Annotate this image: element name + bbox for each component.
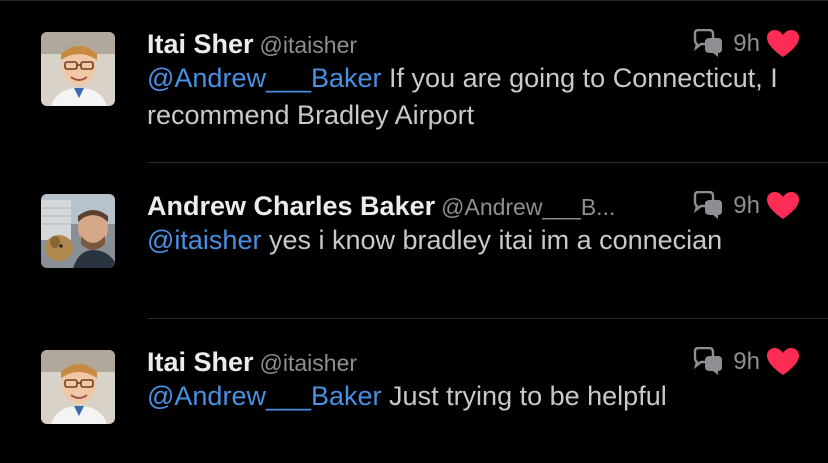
author-name[interactable]: Itai Sher [147,347,254,377]
tweet-body: @itaisher yes i know bradley itai im a c… [147,222,807,259]
avatar[interactable] [41,194,115,268]
tweet-body: @Andrew___Baker Just trying to be helpfu… [147,378,807,415]
author-name[interactable]: Andrew Charles Baker [147,191,435,221]
author-name[interactable]: Itai Sher [147,29,254,59]
heart-icon[interactable] [766,29,800,59]
tweet-divider [147,318,828,319]
heart-icon[interactable] [766,347,800,377]
conversation-bubble-icon[interactable] [691,29,725,59]
conversation-bubble-icon[interactable] [691,347,725,377]
author-handle[interactable]: @itaisher [260,32,358,58]
author-handle[interactable]: @itaisher [260,350,358,376]
mention-link[interactable]: @Andrew___Baker [147,381,382,411]
tweet-text: yes i know bradley itai im a connecian [261,225,723,255]
avatar[interactable] [41,350,115,424]
tweet-body: @Andrew___Baker If you are going to Conn… [147,60,807,134]
conversation-bubble-icon[interactable] [691,191,725,221]
mention-link[interactable]: @itaisher [147,225,261,255]
mention-link[interactable]: @Andrew___Baker [147,63,382,93]
avatar[interactable] [41,32,115,106]
tweet-meta: 9h [691,346,800,378]
top-border [0,0,828,1]
tweet-divider [147,162,828,163]
heart-icon[interactable] [766,191,800,221]
tweet-meta: 9h [691,190,800,222]
timestamp: 9h [733,30,760,57]
tweet-text: Just trying to be helpful [381,381,667,411]
timestamp: 9h [733,348,760,375]
timestamp: 9h [733,192,760,219]
tweet-meta: 9h [691,28,800,60]
author-handle[interactable]: @Andrew___B... [441,194,615,220]
